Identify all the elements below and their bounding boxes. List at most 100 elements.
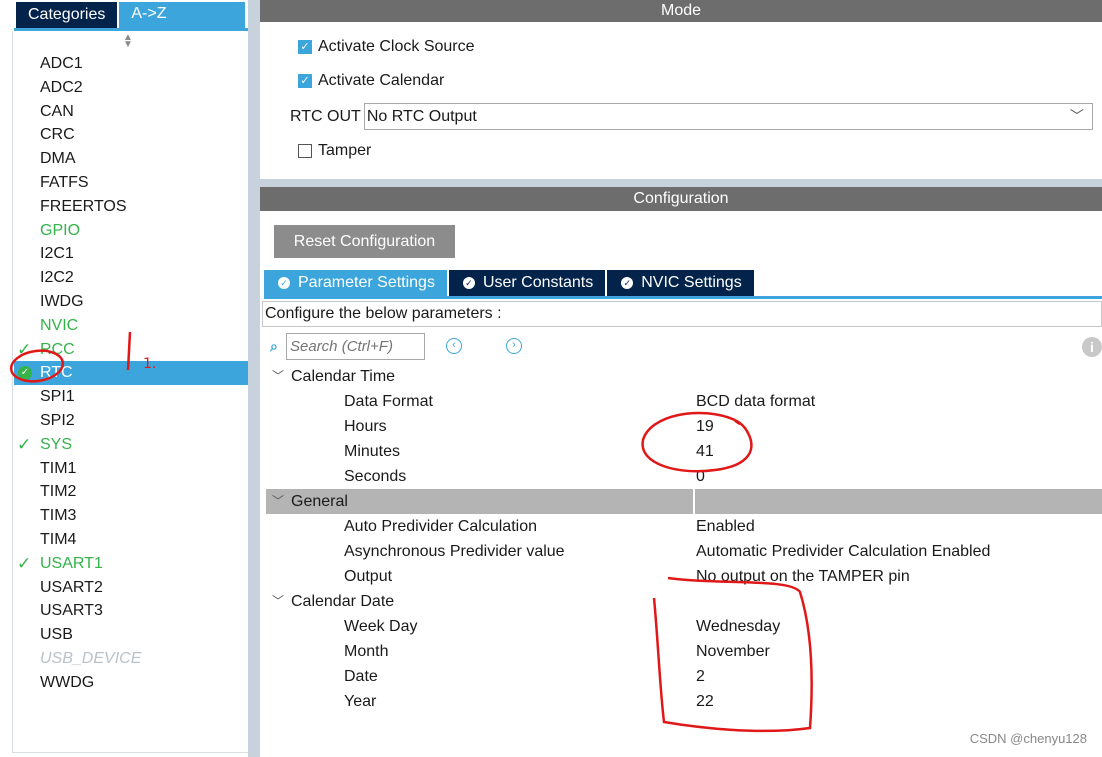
peripheral-item[interactable]: ✓ SYS xyxy=(14,433,248,457)
group-calendar-time[interactable]: ﹀ Calendar Time xyxy=(266,364,1102,389)
parameter-row[interactable]: Auto Predivider Calculation Enabled xyxy=(266,514,1102,539)
peripheral-item[interactable]: ✓ RCC xyxy=(14,338,248,362)
group-calendar-date[interactable]: ﹀ Calendar Date xyxy=(266,589,1102,614)
peripheral-item[interactable]: TIM4 xyxy=(14,528,248,552)
peripheral-item[interactable]: ADC1 xyxy=(14,52,248,76)
parameter-value[interactable]: 22 xyxy=(696,689,714,714)
peripheral-item[interactable]: I2C1 xyxy=(14,242,248,266)
peripheral-item[interactable]: USB xyxy=(14,623,248,647)
tab-user-constants[interactable]: ✓ User Constants xyxy=(448,270,606,296)
activate-clock-source-row[interactable]: ✓ Activate Clock Source xyxy=(298,38,475,56)
peripheral-item[interactable]: DMA xyxy=(14,147,248,171)
checkmark-icon: ✓ xyxy=(17,434,32,454)
peripheral-item[interactable]: USART2 xyxy=(14,576,248,600)
parameter-value[interactable]: Wednesday xyxy=(696,614,780,639)
parameter-value[interactable]: Enabled xyxy=(696,514,755,539)
parameter-row[interactable]: Minutes 41 xyxy=(266,439,1102,464)
peripheral-label: RCC xyxy=(40,340,75,358)
activate-clock-source-label: Activate Clock Source xyxy=(318,38,475,55)
peripheral-label: ADC2 xyxy=(40,78,83,96)
peripheral-label: SYS xyxy=(40,435,73,453)
parameter-row[interactable]: Asynchronous Predivider value Automatic P… xyxy=(266,539,1102,564)
info-icon[interactable]: i xyxy=(1082,337,1102,357)
activate-calendar-label: Activate Calendar xyxy=(318,72,445,89)
parameter-row[interactable]: Week Day Wednesday xyxy=(266,614,1102,639)
parameter-name: Date xyxy=(344,668,378,685)
parameter-name: Output xyxy=(344,568,393,585)
configuration-header: Configuration xyxy=(260,187,1102,211)
peripheral-label: TIM3 xyxy=(40,507,77,525)
chevron-down-icon[interactable]: ﹀ xyxy=(272,589,284,614)
check-circle-icon: ✓ xyxy=(621,277,634,289)
peripheral-item[interactable]: TIM3 xyxy=(14,504,248,528)
peripheral-item: USB_DEVICE xyxy=(14,647,248,671)
tab-a-to-z[interactable]: A->Z xyxy=(119,2,246,28)
tamper-label: Tamper xyxy=(318,142,372,159)
tab-categories[interactable]: Categories xyxy=(16,2,118,28)
parameter-name: Data Format xyxy=(344,393,433,410)
peripheral-item[interactable]: USART3 xyxy=(14,599,248,623)
peripheral-item[interactable]: CRC xyxy=(14,123,248,147)
peripheral-item[interactable]: ✓ RTC xyxy=(14,361,248,386)
peripheral-list: ADC1 ADC2 CAN CRC DMA FATFS FREERTOS GPIO I2C1 I2… xyxy=(14,52,248,695)
peripheral-item[interactable]: IWDG xyxy=(14,290,248,314)
chevron-down-icon[interactable]: ﹀ xyxy=(272,489,284,514)
search-icon: ⌕ xyxy=(270,338,278,354)
parameter-row[interactable]: Output No output on the TAMPER pin xyxy=(266,564,1102,589)
checkbox-checked-icon[interactable]: ✓ xyxy=(298,74,312,88)
group-general[interactable]: ﹀ General xyxy=(266,489,1102,514)
checkmark-icon: ✓ xyxy=(17,339,32,359)
next-arrow-icon[interactable]: › xyxy=(506,338,522,354)
checkbox-unchecked-icon[interactable] xyxy=(298,144,312,158)
checkbox-checked-icon[interactable]: ✓ xyxy=(298,40,312,54)
activate-calendar-row[interactable]: ✓ Activate Calendar xyxy=(298,72,444,90)
parameter-row[interactable]: Year 22 xyxy=(266,689,1102,714)
tamper-row[interactable]: Tamper xyxy=(298,142,371,160)
parameter-row[interactable]: Data Format BCD data format xyxy=(266,389,1102,414)
peripheral-label: DMA xyxy=(40,150,76,168)
tab-parameter-settings[interactable]: ✓ Parameter Settings xyxy=(264,270,447,296)
rtc-out-value: No RTC Output xyxy=(366,108,477,125)
parameter-row[interactable]: Month November xyxy=(266,639,1102,664)
peripheral-item[interactable]: FREERTOS xyxy=(14,195,248,219)
peripheral-item[interactable]: GPIO xyxy=(14,219,248,243)
parameter-value[interactable]: 19 xyxy=(696,414,714,439)
peripheral-label: SPI1 xyxy=(40,388,75,406)
peripheral-label: TIM1 xyxy=(40,459,77,477)
sort-icon[interactable]: ▲ ▼ xyxy=(123,33,133,50)
peripheral-item[interactable]: CAN xyxy=(14,100,248,124)
parameter-value[interactable]: No output on the TAMPER pin xyxy=(696,564,910,589)
peripheral-item[interactable]: NVIC xyxy=(14,314,248,338)
parameter-value[interactable]: Automatic Predivider Calculation Enabled xyxy=(696,539,990,564)
peripheral-item[interactable]: I2C2 xyxy=(14,266,248,290)
peripheral-item[interactable]: FATFS xyxy=(14,171,248,195)
parameter-value[interactable]: November xyxy=(696,639,770,664)
rtc-out-select[interactable]: No RTC Output ﹀ xyxy=(363,103,1093,130)
tab-nvic-settings[interactable]: ✓ NVIC Settings xyxy=(607,270,754,296)
search-input[interactable] xyxy=(286,333,425,360)
reset-configuration-button[interactable]: Reset Configuration xyxy=(274,225,455,258)
peripheral-item[interactable]: ✓ USART1 xyxy=(14,552,248,576)
peripheral-item[interactable]: TIM2 xyxy=(14,480,248,504)
parameter-value[interactable]: 41 xyxy=(696,439,714,464)
parameter-row[interactable]: Seconds 0 xyxy=(266,464,1102,489)
previous-arrow-icon[interactable]: ‹ xyxy=(446,338,462,354)
parameter-row[interactable]: Hours 19 xyxy=(266,414,1102,439)
parameter-value[interactable]: BCD data format xyxy=(696,389,815,414)
peripheral-item[interactable]: WWDG xyxy=(14,671,248,695)
peripheral-item[interactable]: ADC2 xyxy=(14,76,248,100)
peripheral-label: USART1 xyxy=(40,554,103,572)
peripheral-item[interactable]: SPI2 xyxy=(14,409,248,433)
parameter-name: Month xyxy=(344,643,389,660)
peripheral-label: FREERTOS xyxy=(40,197,127,215)
panel-splitter[interactable] xyxy=(248,0,260,757)
peripheral-panel: Categories A->Z ▲ ▼ ADC1 ADC2 CAN CRC DMA FATF… xyxy=(0,0,260,757)
tab-label: NVIC Settings xyxy=(641,274,742,291)
parameter-value[interactable]: 2 xyxy=(696,664,705,689)
peripheral-item[interactable]: TIM1 xyxy=(14,457,248,481)
peripheral-label: WWDG xyxy=(40,673,95,691)
peripheral-item[interactable]: SPI1 xyxy=(14,385,248,409)
parameter-value[interactable]: 0 xyxy=(696,464,705,489)
parameter-row[interactable]: Date 2 xyxy=(266,664,1102,689)
chevron-down-icon[interactable]: ﹀ xyxy=(272,364,284,389)
